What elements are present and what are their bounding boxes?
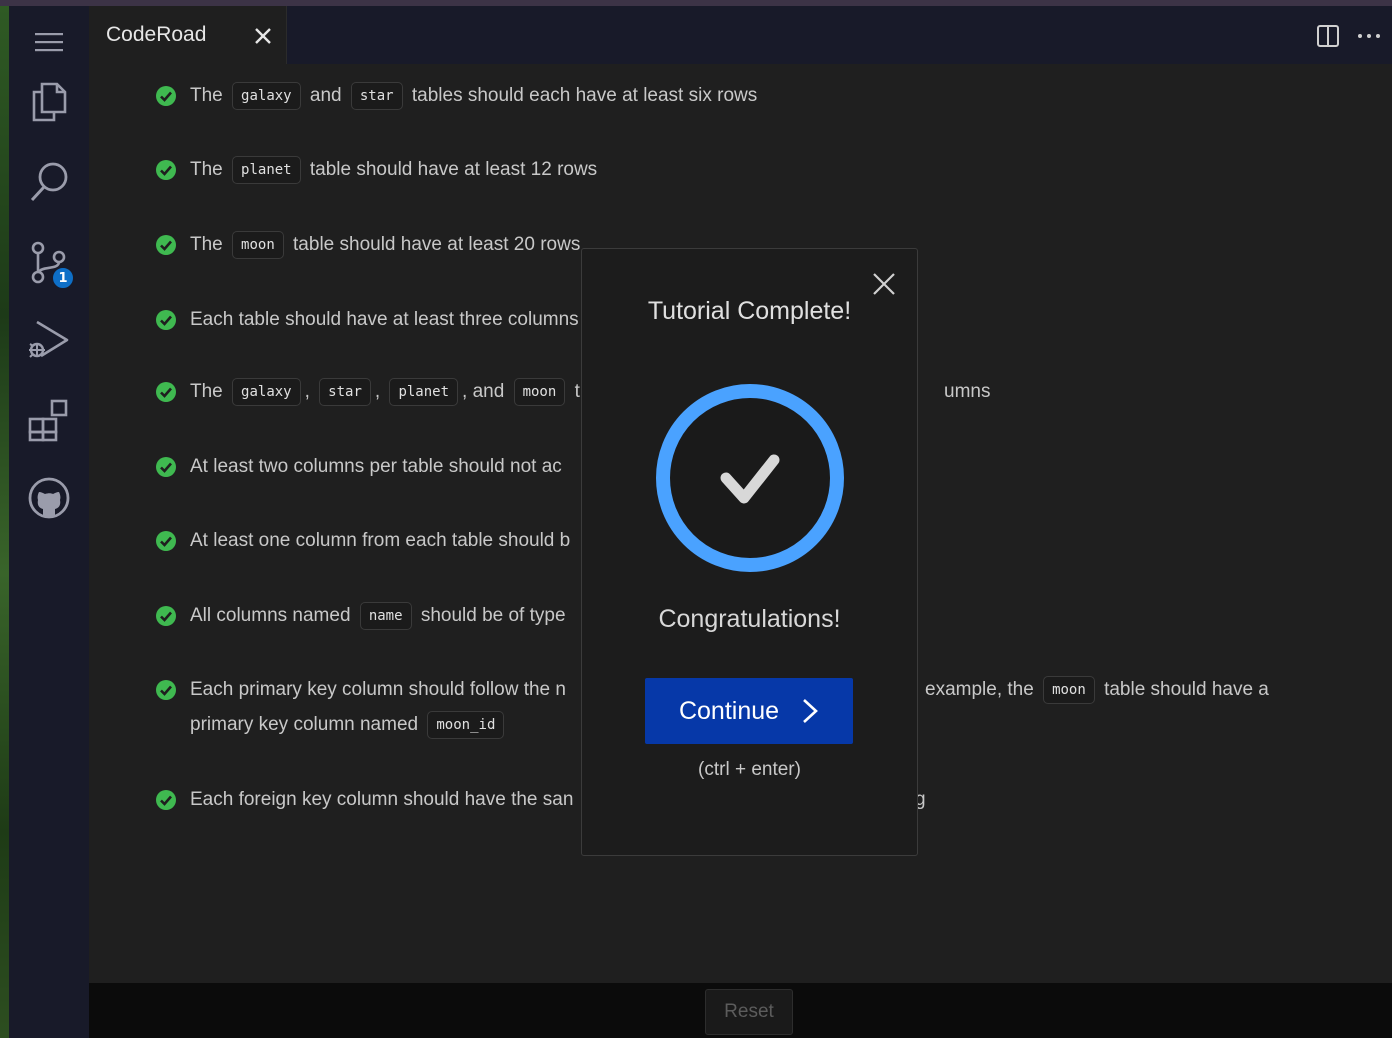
- shortcut-hint: (ctrl + enter): [698, 759, 801, 780]
- code-token: moon: [1043, 675, 1095, 704]
- check-circle-icon: [156, 531, 176, 551]
- test-text: At least two columns per table should no…: [190, 456, 562, 477]
- continue-button[interactable]: Continue: [645, 678, 853, 744]
- source-control-button[interactable]: 1: [9, 226, 89, 298]
- code-token: moon: [232, 230, 284, 259]
- dialog-message: Congratulations!: [658, 605, 841, 633]
- check-circle-icon: [156, 606, 176, 626]
- extensions-button[interactable]: [9, 384, 89, 456]
- test-text: and: [309, 85, 342, 106]
- code-token: galaxy: [232, 81, 301, 110]
- test-text: The: [190, 159, 223, 180]
- desktop-background-strip: [0, 6, 9, 1038]
- search-button[interactable]: [9, 146, 89, 218]
- tab-coderoad[interactable]: CodeRoad: [89, 6, 287, 64]
- editor-tab-strip: CodeRoad: [89, 6, 1392, 64]
- check-circle-icon: [156, 86, 176, 106]
- test-text: ,: [374, 381, 381, 402]
- explorer-files-icon: [32, 82, 67, 122]
- extensions-icon: [28, 399, 68, 442]
- list-item: The planet table should have at least 12…: [155, 155, 1315, 187]
- test-text: primary key column named: [190, 714, 419, 735]
- activity-bar: 1: [9, 6, 89, 1038]
- source-control-badge: 1: [51, 266, 75, 290]
- chevron-right-icon: [803, 699, 818, 723]
- check-circle-icon: [156, 457, 176, 477]
- test-text: table should have at least 20 rows: [293, 234, 581, 255]
- test-text: should be of type: [420, 605, 566, 626]
- test-text: Each table should have at least three co…: [190, 309, 579, 330]
- code-token: star: [319, 377, 371, 406]
- test-text: The: [190, 234, 223, 255]
- split-editor-icon[interactable]: [1316, 24, 1340, 48]
- close-icon[interactable]: [871, 271, 897, 297]
- explorer-button[interactable]: [9, 66, 89, 138]
- code-token: planet: [389, 377, 459, 406]
- test-text: All columns named: [190, 605, 351, 626]
- test-text: umns: [944, 381, 991, 402]
- test-text: At least one column from each table shou…: [190, 530, 571, 551]
- test-text: table should have at least 12 rows: [309, 159, 598, 180]
- test-text: t: [574, 381, 580, 402]
- test-text: The: [190, 381, 223, 402]
- code-token: moon_id: [427, 710, 505, 739]
- code-token: star: [350, 81, 403, 110]
- check-circle-icon: [156, 790, 176, 810]
- test-text: , and: [462, 381, 505, 402]
- check-circle-icon: [156, 310, 176, 330]
- test-text: Each foreign key column should have the …: [190, 789, 574, 810]
- search-icon: [30, 162, 68, 202]
- run-debug-button[interactable]: [9, 304, 89, 376]
- footer-bar: Reset: [89, 983, 1392, 1038]
- dialog-title: Tutorial Complete!: [647, 297, 852, 325]
- code-token: planet: [232, 155, 301, 184]
- menu-icon: [35, 33, 63, 52]
- tab-title: CodeRoad: [106, 23, 207, 46]
- test-text: tables should each have at least six row…: [411, 85, 758, 106]
- list-item: The galaxy and star tables should each h…: [155, 81, 1315, 113]
- run-debug-icon: [29, 320, 69, 358]
- tutorial-complete-dialog: Tutorial Complete! Congratulations! Cont…: [581, 248, 918, 856]
- github-icon: [28, 477, 70, 519]
- reset-button[interactable]: Reset: [705, 989, 793, 1035]
- github-button[interactable]: [9, 462, 89, 534]
- test-text: ,: [304, 381, 310, 402]
- code-token: name: [359, 601, 412, 630]
- test-text: The: [190, 85, 223, 106]
- check-circle-icon: [156, 382, 176, 402]
- code-token: moon: [513, 377, 566, 406]
- test-text: Each primary key column should follow th…: [190, 679, 566, 700]
- check-circle-icon: [156, 160, 176, 180]
- continue-label: Continue: [678, 696, 780, 725]
- close-icon[interactable]: [251, 24, 275, 48]
- code-token: galaxy: [232, 377, 301, 406]
- more-actions-icon[interactable]: [1357, 24, 1381, 48]
- test-text: example, the: [925, 679, 1034, 700]
- success-check-icon: [656, 384, 844, 572]
- check-circle-icon: [156, 680, 176, 700]
- test-text: table should have a: [1104, 679, 1269, 700]
- check-circle-icon: [156, 235, 176, 255]
